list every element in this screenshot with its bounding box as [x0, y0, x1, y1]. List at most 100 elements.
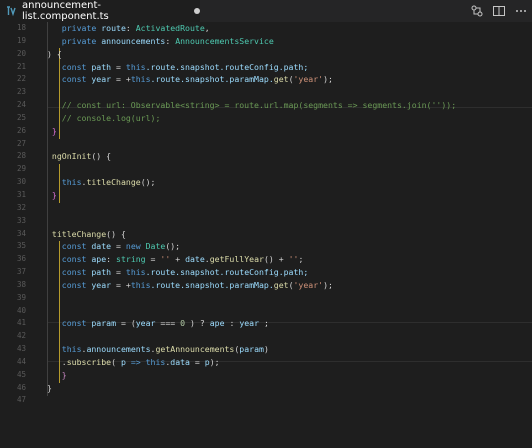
code-token: subscribe: [66, 356, 112, 367]
code-line[interactable]: [47, 202, 532, 215]
line-number: 20: [16, 48, 26, 58]
code-token: const: [47, 61, 92, 72]
code-token: ();: [165, 241, 181, 252]
code-line[interactable]: const date = new Date();: [47, 240, 532, 253]
code-token: '': [160, 254, 171, 265]
code-line[interactable]: // console.log(url);: [47, 112, 532, 125]
line-number: 27: [16, 138, 26, 148]
line-number: 39: [16, 292, 26, 302]
editor-actions: [470, 4, 528, 18]
more-actions-icon[interactable]: [514, 4, 528, 18]
code-token: ape: [91, 254, 107, 265]
code-line[interactable]: ) {: [47, 48, 532, 61]
code-line[interactable]: private announcements: AnnouncementsServ…: [47, 35, 532, 48]
code-token: =: [111, 61, 126, 72]
code-token: const: [47, 254, 92, 265]
code-token: const: [47, 241, 92, 252]
code-token: 'year': [293, 74, 324, 85]
code-line[interactable]: const param = (year === 0 ) ? ape : year…: [47, 317, 532, 330]
code-token: this: [125, 61, 146, 72]
code-line[interactable]: this.titleChange();: [47, 176, 532, 189]
code-token: get: [273, 74, 289, 85]
line-number: 35: [16, 241, 26, 251]
code-token: :: [106, 254, 117, 265]
code-line[interactable]: const path = this.route.snapshot.routeCo…: [47, 61, 532, 74]
tab-title: announcement-list.component.ts: [22, 0, 109, 22]
code-line[interactable]: private route: ActivatedRoute,: [47, 22, 532, 35]
code-token: this: [130, 279, 151, 290]
code-line[interactable]: [47, 330, 532, 343]
line-number: 28: [16, 151, 26, 161]
split-editor-icon[interactable]: [492, 4, 506, 18]
code-token: .route.snapshot.paramMap.: [150, 279, 274, 290]
code-token: getFullYear: [209, 254, 264, 265]
line-number: 24: [16, 100, 26, 110]
code-line[interactable]: this.announcements.getAnnouncements(para…: [47, 343, 532, 356]
code-token: Date: [145, 241, 166, 252]
code-line[interactable]: [47, 86, 532, 99]
code-line[interactable]: [47, 292, 532, 305]
line-number: 41: [16, 318, 26, 328]
code-token: param: [91, 318, 117, 329]
code-token: ): [263, 344, 269, 355]
code-token: this: [130, 74, 151, 85]
code-line[interactable]: titleChange() {: [47, 228, 532, 241]
code-line[interactable]: }: [47, 369, 532, 382]
line-number: 43: [16, 344, 26, 354]
code-line[interactable]: .subscribe( p => this.data = p);: [47, 356, 532, 369]
compare-changes-icon[interactable]: [470, 4, 484, 18]
code-token: () +: [263, 254, 289, 265]
code-token: ape: [209, 318, 225, 329]
code-line[interactable]: [47, 163, 532, 176]
line-number: 37: [16, 267, 26, 277]
code-line[interactable]: const ape: string = '' + date.getFullYea…: [47, 253, 532, 266]
line-number: 19: [16, 35, 26, 45]
code-line[interactable]: const year = +this.route.snapshot.paramM…: [47, 279, 532, 292]
code-token: =: [111, 241, 126, 252]
editor-tab[interactable]: announcement-list.component.ts: [0, 0, 200, 22]
code-line[interactable]: const year = +this.route.snapshot.paramM…: [47, 73, 532, 86]
code-token: ();: [140, 177, 156, 188]
code-token: new: [125, 241, 146, 252]
code-token: }: [47, 125, 57, 136]
line-number: 22: [16, 74, 26, 84]
code-token: ;: [298, 254, 304, 265]
code-token: // const url: Observable<string> = route…: [47, 100, 457, 111]
code-token: ) ?: [185, 318, 210, 329]
line-number: 25: [16, 112, 26, 122]
line-number: 46: [16, 382, 26, 392]
code-token: ngOnInit: [47, 151, 92, 162]
code-token: const: [47, 74, 92, 85]
unsaved-dot-icon[interactable]: [194, 8, 200, 14]
line-number: 32: [16, 202, 26, 212]
code-line[interactable]: [47, 394, 532, 407]
code-editor[interactable]: 18 19 20 21 22 23 24 25 26 27 28 29 30 31 32 33 34 35 36 37…: [0, 22, 532, 448]
code-line[interactable]: ngOnInit() {: [47, 150, 532, 163]
code-token: private: [47, 23, 102, 33]
code-token: const: [47, 267, 92, 278]
code-token: AnnouncementsService: [175, 35, 274, 46]
code-token: );: [209, 356, 220, 367]
line-number: 44: [16, 356, 26, 366]
code-line[interactable]: }: [47, 189, 532, 202]
code-token: (: [111, 356, 121, 367]
line-number: 34: [16, 228, 26, 238]
code-token: year: [91, 279, 112, 290]
code-token: .: [47, 356, 67, 367]
code-line[interactable]: }: [47, 382, 532, 395]
code-token: }: [47, 382, 52, 393]
code-token: // console.log(url);: [47, 112, 161, 123]
code-line[interactable]: // const url: Observable<string> = route…: [47, 99, 532, 112]
code-line[interactable]: [47, 138, 532, 151]
code-token: }: [47, 369, 67, 380]
code-token: .route.snapshot.routeConfig.path;: [145, 267, 309, 278]
code-line[interactable]: const path = this.route.snapshot.routeCo…: [47, 266, 532, 279]
code-lines[interactable]: private route: ActivatedRoute, private a…: [47, 22, 532, 407]
line-number: 23: [16, 87, 26, 97]
line-number: 30: [16, 177, 26, 187]
code-line[interactable]: }: [47, 125, 532, 138]
code-line[interactable]: [47, 215, 532, 228]
code-line[interactable]: [47, 305, 532, 318]
code-token: path: [91, 61, 112, 72]
code-token: ActivatedRoute: [135, 23, 205, 33]
